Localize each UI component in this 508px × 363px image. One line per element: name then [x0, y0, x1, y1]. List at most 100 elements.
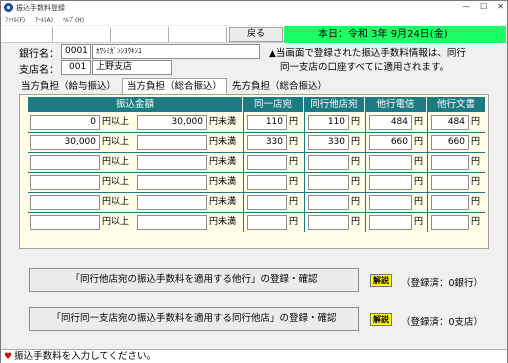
- same-bank-fee-input[interactable]: 110: [308, 115, 349, 130]
- yen-label: 円: [414, 197, 424, 207]
- status-message: 振込手数料を入力してください。: [14, 351, 157, 362]
- yen-label: 円: [414, 177, 424, 187]
- same-bank-help-button[interactable]: 解説: [370, 313, 392, 326]
- notice-line-2: 同一支店の口座すべてに適用されます。: [280, 62, 450, 73]
- max-amount-input[interactable]: [137, 175, 207, 190]
- header-other-doc: 他行文書: [427, 97, 485, 112]
- same-bank-fee-input[interactable]: [308, 155, 349, 170]
- branch-code-field[interactable]: 001: [61, 60, 91, 75]
- toolbar-slot-1[interactable]: [1, 27, 53, 42]
- maximize-icon[interactable]: ☐: [480, 2, 487, 11]
- window-title: 振込手数料登録: [16, 3, 65, 12]
- yen-label: 円: [351, 137, 361, 147]
- other-doc-fee-input[interactable]: [431, 175, 469, 190]
- yen-label: 円: [351, 157, 361, 167]
- min-amount-input[interactable]: [30, 155, 100, 170]
- other-doc-fee-input[interactable]: 484: [431, 115, 469, 130]
- other-bank-help-button[interactable]: 解説: [370, 274, 392, 287]
- bank-name-label: 銀行名：: [19, 49, 59, 60]
- yen-label: 円: [289, 137, 299, 147]
- other-wire-fee-input[interactable]: [369, 195, 412, 210]
- yen-label: 円: [471, 117, 481, 127]
- bank-name-field[interactable]: ｶﾜｼﾐｶﾞﾝｼﾖｳｷﾝｺ: [92, 44, 260, 59]
- app-window: 振込手数料登録 — ☐ ✕ ﾌｧｲﾙ(F) ｱｰﾙ(A) ﾍﾙﾌﾟ(H) 戻る …: [0, 0, 508, 363]
- yen-label: 円: [351, 177, 361, 187]
- same-branch-fee-input[interactable]: [247, 215, 287, 230]
- other-wire-fee-input[interactable]: [369, 215, 412, 230]
- heart-icon: ♥: [4, 352, 13, 362]
- menu-file[interactable]: ﾌｧｲﾙ(F): [5, 15, 25, 24]
- max-amount-input[interactable]: [137, 155, 207, 170]
- yen-label: 円: [351, 117, 361, 127]
- max-amount-input[interactable]: [137, 195, 207, 210]
- same-bank-fee-input[interactable]: [308, 175, 349, 190]
- yen-label: 円: [471, 137, 481, 147]
- same-bank-fee-input[interactable]: [308, 215, 349, 230]
- notice-line-1: 当画面で登録された振込手数料情報は、同行: [275, 48, 466, 59]
- toolbar-slot-3[interactable]: [111, 27, 169, 42]
- yen-label: 円: [289, 217, 299, 227]
- menu-help[interactable]: ﾍﾙﾌﾟ(H): [63, 15, 84, 24]
- yen-label: 円: [471, 217, 481, 227]
- other-doc-fee-input[interactable]: [431, 215, 469, 230]
- max-unit-label: 円未満: [209, 197, 237, 207]
- min-unit-label: 円以上: [102, 157, 130, 167]
- menu-bar: ﾌｧｲﾙ(F) ｱｰﾙ(A) ﾍﾙﾌﾟ(H): [1, 14, 507, 25]
- back-button[interactable]: 戻る: [229, 27, 283, 42]
- today-date: 本日：令和 3年 9月24日(金): [284, 26, 506, 43]
- other-wire-fee-input[interactable]: [369, 175, 412, 190]
- toolbar-slot-2[interactable]: [53, 27, 111, 42]
- min-amount-input[interactable]: [30, 195, 100, 210]
- min-amount-input[interactable]: 0: [30, 115, 100, 130]
- fee-row-6: 円以上 円未満 円 円 円 円: [28, 213, 503, 232]
- other-bank-registered-count: （登録済：0銀行）: [401, 278, 484, 289]
- min-unit-label: 円以上: [102, 197, 130, 207]
- other-doc-fee-input[interactable]: 660: [431, 135, 469, 150]
- min-amount-input[interactable]: [30, 175, 100, 190]
- fee-row-2: 30,000 円以上 円未満 330 円 330 円 660 円 660 円: [28, 133, 503, 152]
- toolbar: 戻る 本日：令和 3年 9月24日(金): [1, 26, 507, 43]
- title-bar: 振込手数料登録 — ☐ ✕: [1, 1, 507, 14]
- bank-code-field[interactable]: 0001: [61, 44, 91, 59]
- other-wire-fee-input[interactable]: 484: [369, 115, 412, 130]
- notice-text: ▲当画面で登録された振込手数料情報は、同行 同一支店の口座すべてに適用されます。: [269, 47, 505, 74]
- toolbar-slot-4[interactable]: [169, 27, 227, 42]
- max-amount-input[interactable]: [137, 215, 207, 230]
- same-bank-register-button[interactable]: 「同行同一支店宛の振込手数料を適用する同行他店」の登録・確認: [29, 307, 359, 331]
- other-bank-register-button[interactable]: 「同行他店宛の振込手数料を適用する他行」の登録・確認: [29, 268, 359, 292]
- same-branch-fee-input[interactable]: 330: [247, 135, 287, 150]
- menu-a[interactable]: ｱｰﾙ(A): [35, 15, 53, 24]
- other-doc-fee-input[interactable]: [431, 195, 469, 210]
- same-branch-fee-input[interactable]: [247, 175, 287, 190]
- same-branch-fee-input[interactable]: [247, 155, 287, 170]
- max-unit-label: 円未満: [209, 157, 237, 167]
- max-amount-input[interactable]: [137, 135, 207, 150]
- min-amount-input[interactable]: [30, 215, 100, 230]
- close-icon[interactable]: ✕: [497, 2, 504, 11]
- header-amount: 振込金額: [28, 97, 243, 112]
- yen-label: 円: [414, 117, 424, 127]
- branch-name-field[interactable]: 上野支店: [92, 60, 172, 75]
- same-branch-fee-input[interactable]: [247, 195, 287, 210]
- max-unit-label: 円未満: [209, 217, 237, 227]
- tab-general-payee[interactable]: 先方負担（総合振込）: [228, 79, 331, 94]
- yen-label: 円: [289, 157, 299, 167]
- other-doc-fee-input[interactable]: [431, 155, 469, 170]
- min-amount-input[interactable]: 30,000: [30, 135, 100, 150]
- minimize-icon[interactable]: —: [462, 2, 470, 11]
- max-amount-input[interactable]: 30,000: [137, 115, 207, 130]
- max-unit-label: 円未満: [209, 177, 237, 187]
- other-wire-fee-input[interactable]: [369, 155, 412, 170]
- tab-general-own[interactable]: 当方負担（総合振込）: [122, 78, 228, 95]
- same-bank-fee-input[interactable]: 330: [308, 135, 349, 150]
- branch-name-label: 支店名：: [19, 65, 59, 76]
- fee-panel: 振込金額 同一店宛 同行他店宛 他行電信 他行文書 0 円以上 30,000 円…: [19, 94, 489, 249]
- same-bank-fee-input[interactable]: [308, 195, 349, 210]
- fee-row-1: 0 円以上 30,000 円未満 110 円 110 円 484 円 484 円: [28, 113, 503, 132]
- triangle-icon: ▲: [269, 49, 276, 59]
- yen-label: 円: [471, 197, 481, 207]
- other-wire-fee-input[interactable]: 660: [369, 135, 412, 150]
- min-unit-label: 円以上: [102, 217, 130, 227]
- tab-salary[interactable]: 当方負担（給与振込）: [17, 79, 120, 94]
- same-branch-fee-input[interactable]: 110: [247, 115, 287, 130]
